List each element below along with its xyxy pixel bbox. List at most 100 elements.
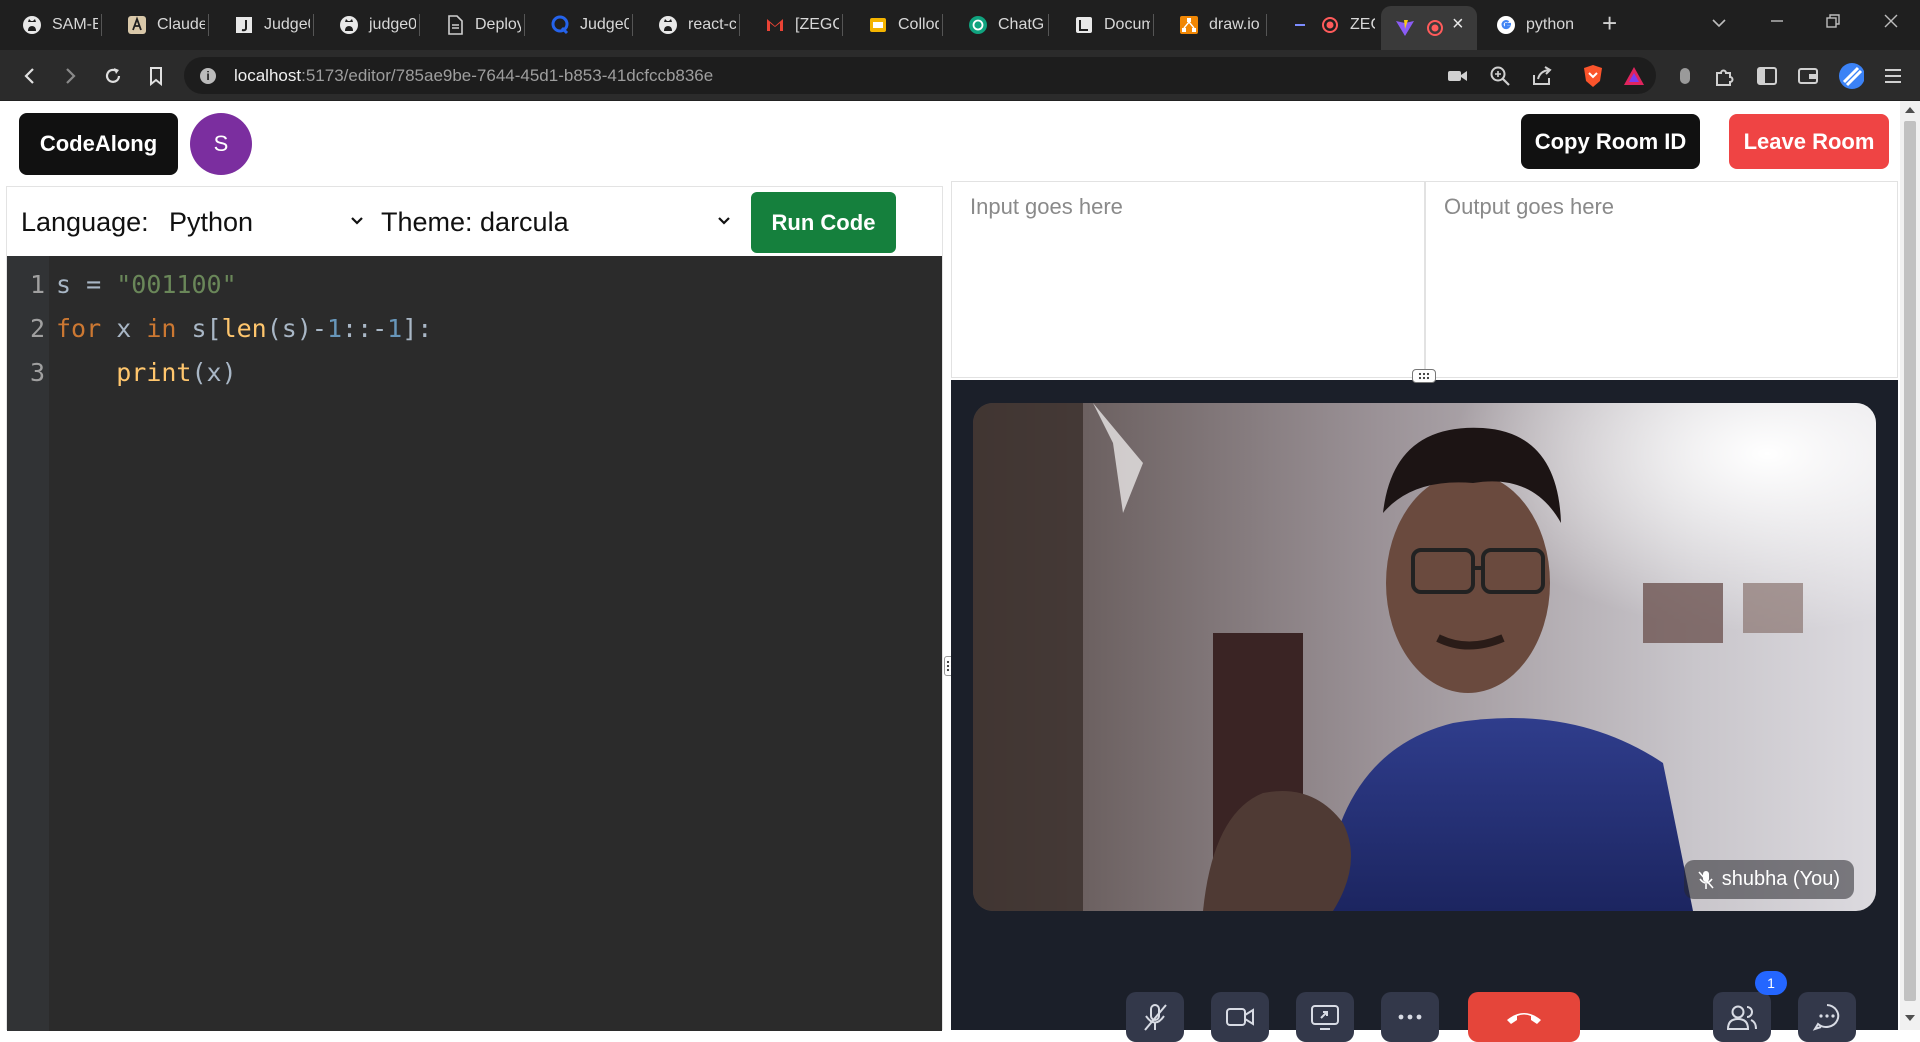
tab-divider [1153, 14, 1154, 36]
browser-tab-label: ZEG [1350, 16, 1375, 33]
url-omnibox[interactable]: i localhost:5173/editor/785ae9be-7644-45… [184, 57, 1656, 94]
browser-tab[interactable]: Colloq [846, 0, 939, 50]
scroll-down-arrow[interactable] [1905, 1015, 1915, 1021]
camera-permission-icon[interactable] [1445, 63, 1471, 89]
extensions-icon[interactable] [1711, 63, 1737, 89]
page-scrollbar[interactable] [1900, 101, 1920, 1030]
avatar[interactable]: S [190, 113, 252, 175]
browser-tab-label: react-c [688, 16, 736, 33]
line-number: 3 [29, 358, 45, 387]
code-token: "001100" [116, 270, 237, 299]
browser-tab[interactable]: Judge0 [212, 0, 310, 50]
judge0-icon [234, 15, 254, 35]
browser-tab[interactable]: Docum [1052, 0, 1150, 50]
browser-tab[interactable]: python [1474, 0, 1584, 50]
close-window-button[interactable] [1884, 12, 1898, 33]
browser-tab-label: draw.io [1209, 16, 1260, 33]
browser-tab[interactable]: ChatGP [946, 0, 1045, 50]
theme-select[interactable]: Theme: darcula [381, 207, 569, 238]
mic-off-icon [1144, 1004, 1167, 1031]
browser-tab[interactable]: Judge0 [528, 0, 629, 50]
tab-search-button[interactable] [1712, 12, 1726, 33]
wallet-icon[interactable] [1795, 63, 1821, 89]
code-line[interactable]: s = "001100" [56, 270, 237, 299]
scroll-up-arrow[interactable] [1905, 107, 1915, 113]
close-tab-button[interactable]: × [1452, 13, 1464, 36]
line-number-gutter: 1 2 3 [7, 256, 49, 1031]
hangup-button[interactable] [1468, 992, 1580, 1042]
slides-icon [868, 15, 888, 35]
code-token: (x) [191, 358, 237, 387]
minimize-button[interactable] [1770, 12, 1784, 33]
language-select[interactable]: Python [169, 207, 253, 238]
brand-button[interactable]: CodeAlong [19, 113, 178, 175]
forward-button[interactable] [56, 62, 84, 90]
scrollbar-thumb[interactable] [1904, 121, 1916, 1001]
browser-tab[interactable]: Claude [105, 0, 205, 50]
browser-tab-label: Deploy [475, 16, 521, 33]
tab-divider [1048, 14, 1049, 36]
code-token: ]: [402, 314, 433, 343]
chat-button[interactable] [1798, 992, 1856, 1042]
zoom-icon[interactable] [1487, 63, 1513, 89]
members-button[interactable] [1713, 992, 1771, 1042]
code-token: print [116, 358, 192, 387]
browser-tab[interactable]: [ZEGO [743, 0, 839, 50]
more-options-button[interactable] [1381, 992, 1439, 1042]
brave-rewards-icon[interactable] [1621, 63, 1647, 89]
restore-button[interactable] [1826, 12, 1840, 33]
leave-room-button[interactable]: Leave Room [1729, 114, 1889, 169]
code-area[interactable]: 123 s = "001100"for x in s[len(s)-1::-1]… [7, 256, 942, 1031]
mic-off-icon [1698, 870, 1714, 889]
menu-icon[interactable] [1880, 63, 1906, 89]
browser-tab[interactable]: Deploy [423, 0, 521, 50]
chevron-down-icon[interactable] [718, 215, 730, 227]
copy-room-id-button[interactable]: Copy Room ID [1521, 114, 1700, 169]
back-button[interactable] [16, 62, 44, 90]
run-code-button[interactable]: Run Code [751, 192, 896, 253]
new-tab-button[interactable]: + [1602, 8, 1617, 39]
browser-tab[interactable]: draw.io [1157, 0, 1263, 50]
app-root: CodeAlong S Copy Room ID Leave Room Lang… [0, 101, 1900, 1042]
line-number: 1 [29, 270, 45, 299]
arrow-right-icon [66, 68, 76, 84]
editor-toolbar: Language: Python Theme: darcula Run Code [7, 187, 942, 256]
participant-name-tag: shubha (You) [1683, 860, 1854, 899]
browser-tab[interactable]: ZEG [1270, 0, 1375, 50]
language-label: Language: [21, 207, 149, 237]
url-host: localhost [234, 65, 302, 85]
member-count-badge: 1 [1755, 971, 1787, 995]
bookmark-button[interactable] [142, 62, 170, 90]
camera-button[interactable] [1211, 992, 1269, 1042]
tab-divider [313, 14, 314, 36]
screen-share-button[interactable] [1296, 992, 1354, 1042]
github-icon [22, 15, 42, 35]
profile-icon[interactable] [1838, 63, 1864, 89]
code-line[interactable]: for x in s[len(s)-1::-1]: [56, 314, 432, 343]
tab-divider [1266, 14, 1267, 36]
reload-button[interactable] [99, 62, 127, 90]
extension-mouse-icon[interactable] [1672, 63, 1698, 89]
browser-tab[interactable]: SAM-B [0, 0, 98, 50]
input-textarea[interactable]: Input goes here [951, 181, 1425, 378]
browser-tab-label: Docum [1104, 16, 1150, 33]
browser-tab-label: Claude [157, 16, 205, 33]
sidebar-toggle-icon[interactable] [1754, 63, 1780, 89]
gmail-icon [765, 15, 785, 35]
bookmark-icon [150, 67, 162, 86]
code-line[interactable]: print(x) [56, 358, 237, 387]
browser-tab[interactable]: judge0 [317, 0, 416, 50]
browser-tab[interactable]: react-c [636, 0, 736, 50]
chevron-down-icon[interactable] [351, 215, 363, 227]
site-info-icon[interactable]: i [200, 67, 216, 84]
brave-shield-icon[interactable] [1580, 63, 1606, 89]
horizontal-resize-handle[interactable] [1412, 369, 1436, 383]
share-icon[interactable] [1529, 63, 1555, 89]
document-icon [445, 15, 465, 35]
browser-tab-label: Judge0 [264, 16, 310, 33]
code-editor-panel: Language: Python Theme: darcula Run Code… [6, 186, 943, 1031]
mute-button[interactable] [1126, 992, 1184, 1042]
webcam-feed-image [973, 403, 1876, 911]
google-icon [1496, 15, 1516, 35]
